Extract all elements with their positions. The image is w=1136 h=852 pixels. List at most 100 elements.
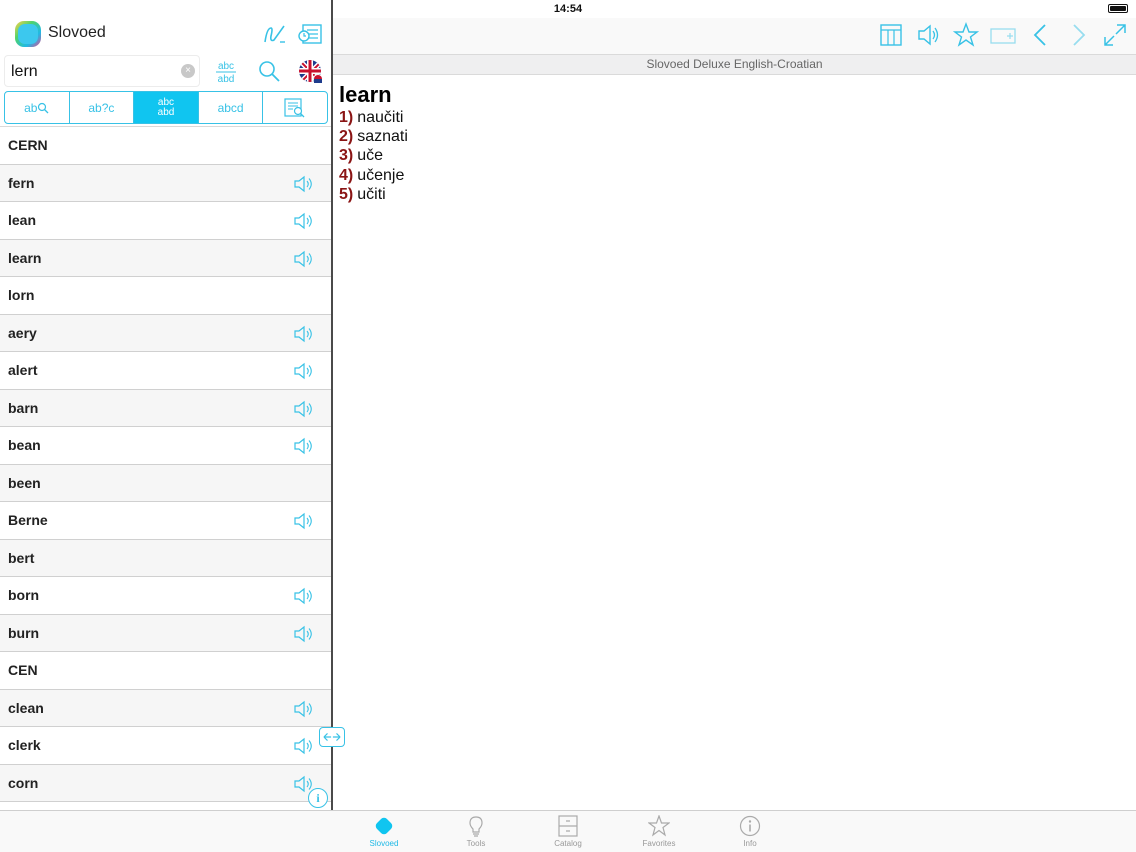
star-icon: [648, 815, 670, 837]
speaker-icon[interactable]: [293, 398, 315, 420]
list-item-word: learn: [8, 249, 42, 266]
speaker-icon[interactable]: [293, 698, 315, 720]
list-item[interactable]: learn: [0, 239, 331, 277]
speaker-icon[interactable]: [293, 735, 315, 757]
search-icon: [38, 102, 49, 113]
list-item-word: barn: [8, 399, 39, 416]
speaker-icon[interactable]: [293, 623, 315, 645]
list-item[interactable]: fern: [0, 164, 331, 202]
back-arrow-icon[interactable]: [1028, 22, 1054, 48]
tab-info[interactable]: Info: [720, 815, 780, 848]
tab-favorites[interactable]: Favorites: [629, 815, 689, 848]
list-item[interactable]: CEN: [0, 652, 331, 690]
tab-slovoed[interactable]: Slovoed: [354, 815, 414, 848]
mode-pattern-search[interactable]: ab?c: [70, 92, 135, 123]
list-item[interactable]: CERN: [0, 127, 331, 165]
list-item-word: clerk: [8, 737, 41, 754]
sense-translation[interactable]: naučiti: [357, 109, 403, 126]
dictionary-name: Slovoed Deluxe English-Croatian: [333, 54, 1136, 75]
sense-translation[interactable]: učenje: [357, 167, 404, 184]
handwriting-icon[interactable]: [262, 22, 288, 48]
list-item[interactable]: burn: [0, 614, 331, 652]
tab-bar: Slovoed Tools Catalog Favorites Info: [0, 810, 1136, 852]
list-item[interactable]: corn: [0, 764, 331, 802]
speaker-icon[interactable]: [293, 323, 315, 345]
search-icon[interactable]: [256, 58, 284, 86]
list-item[interactable]: bert: [0, 539, 331, 577]
list-item[interactable]: aery: [0, 314, 331, 352]
mode-fuzzy-search[interactable]: abc abd: [134, 92, 199, 123]
sense-number: 4): [339, 166, 354, 184]
sense-number: 1): [339, 109, 354, 126]
fullscreen-icon[interactable]: [1102, 22, 1128, 48]
mode-label: ab?c: [88, 100, 115, 115]
list-item-word: burn: [8, 624, 40, 641]
list-item[interactable]: barn: [0, 389, 331, 427]
tab-catalog[interactable]: Catalog: [538, 815, 598, 848]
history-icon[interactable]: [297, 22, 323, 48]
star-icon[interactable]: [953, 22, 979, 48]
list-item[interactable]: lorn: [0, 277, 331, 315]
word-list-panel: Slovoed lern × abc abd ab ab?c abc abd a…: [0, 0, 331, 810]
language-flag-icon[interactable]: [297, 58, 325, 86]
sense-item: 5) učiti: [339, 185, 408, 204]
headword: learn: [339, 82, 392, 107]
panel-divider: [331, 0, 333, 810]
slovoed-logo-icon: [15, 21, 41, 47]
mode-label: abc abd: [157, 96, 175, 118]
list-item[interactable]: alert: [0, 352, 331, 390]
tab-label: Favorites: [642, 839, 676, 848]
sense-item: 1) naučiti: [339, 108, 408, 127]
forward-arrow-icon[interactable]: [1065, 22, 1091, 48]
sense-translation[interactable]: saznati: [357, 128, 408, 145]
fulltext-icon: [284, 97, 305, 117]
speaker-icon[interactable]: [293, 210, 315, 232]
speaker-icon[interactable]: [293, 173, 315, 195]
info-button[interactable]: i: [308, 788, 328, 808]
speaker-icon[interactable]: [293, 360, 315, 382]
sense-translation[interactable]: uče: [357, 147, 383, 164]
list-item[interactable]: lean: [0, 202, 331, 240]
list-item-word: born: [8, 587, 40, 604]
mode-label: abcd: [217, 100, 244, 115]
list-item[interactable]: clerk: [0, 727, 331, 765]
speaker-icon[interactable]: [916, 22, 942, 48]
mode-fulltext-search[interactable]: [263, 92, 327, 123]
table-icon[interactable]: [879, 22, 905, 48]
list-item[interactable]: Berne: [0, 502, 331, 540]
list-item-word: bert: [8, 549, 35, 566]
tab-label: Catalog: [554, 839, 582, 848]
svg-text:abd: abd: [218, 74, 235, 85]
svg-text:abc: abc: [218, 61, 234, 72]
speaker-icon[interactable]: [293, 435, 315, 457]
tab-label: Slovoed: [369, 839, 399, 848]
list-item-word: lean: [8, 212, 37, 229]
list-item[interactable]: been: [0, 464, 331, 502]
search-mode-selector: ab ab?c abc abd abcd: [4, 91, 328, 124]
clear-icon[interactable]: ×: [181, 64, 195, 78]
sense-translation[interactable]: učiti: [357, 186, 385, 203]
list-item[interactable]: born: [0, 577, 331, 615]
cabinet-icon: [558, 815, 578, 837]
mode-label: ab: [24, 100, 38, 115]
list-item-word: CEN: [8, 662, 38, 679]
speaker-icon[interactable]: [293, 248, 315, 270]
lightbulb-icon: [469, 816, 483, 837]
sense-number: 3): [339, 147, 354, 165]
list-item-word: clean: [8, 699, 44, 716]
card-icon[interactable]: [990, 22, 1016, 48]
word-list: CERN fern lean learn lorn aery alert barn bean be…: [0, 126, 331, 810]
info-icon: [739, 815, 761, 837]
speaker-icon[interactable]: [293, 585, 315, 607]
sense-number: 5): [339, 185, 354, 203]
list-item[interactable]: bean: [0, 427, 331, 465]
list-item[interactable]: clean: [0, 689, 331, 727]
mode-anagram-search[interactable]: abcd: [199, 92, 264, 123]
tab-tools[interactable]: Tools: [446, 815, 506, 848]
split-view-toggle-icon[interactable]: [319, 727, 345, 747]
search-input[interactable]: lern: [4, 55, 200, 87]
speaker-icon[interactable]: [293, 510, 315, 532]
mode-wildcard-search[interactable]: ab: [5, 92, 70, 123]
sense-item: 4) učenje: [339, 166, 408, 185]
spelling-compare-icon[interactable]: abc abd: [212, 58, 240, 86]
